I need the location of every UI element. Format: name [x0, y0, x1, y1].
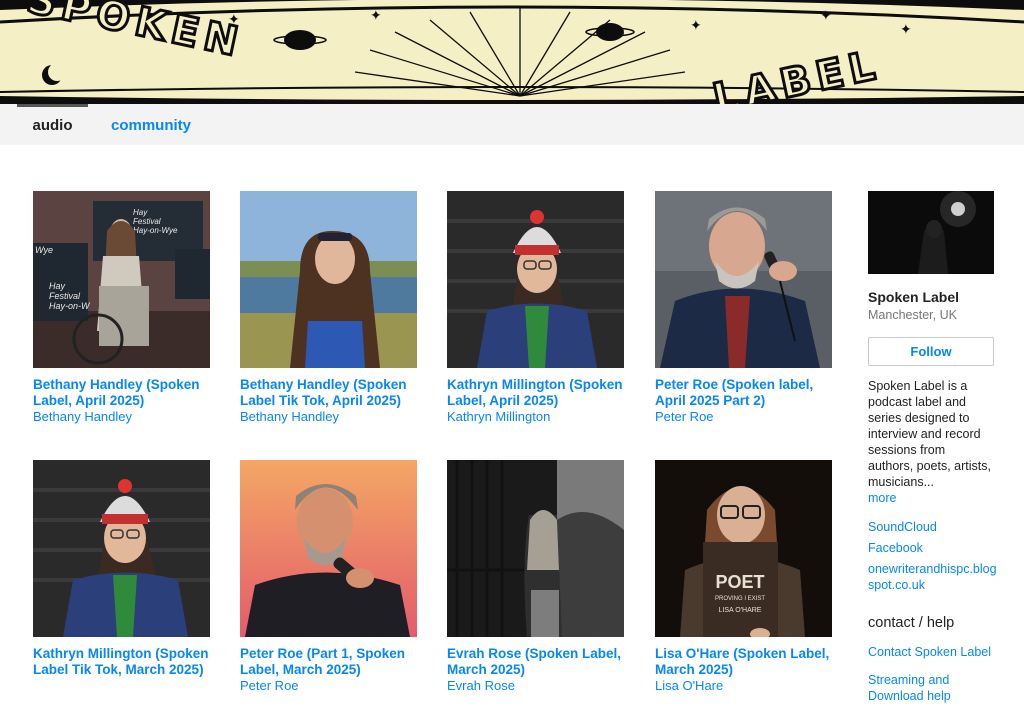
artist-photo[interactable]: [868, 191, 994, 274]
contact-help-heading: contact / help: [868, 615, 955, 631]
cover-text: Festival: [133, 217, 161, 226]
book-title: POET: [715, 572, 764, 592]
cover-text: Hay-on-Wye: [133, 226, 178, 235]
release-card[interactable]: Peter Roe (Part 1, Spoken Label, March 2…: [240, 460, 417, 694]
banner-artwork: ✦ ✦ ✦✦ ✦✦ SPOKEN LABEL: [0, 0, 1024, 104]
cover-text: Wye: [35, 245, 53, 255]
header-banner: ✦ ✦ ✦ ✦ ✦ ✦ SPOKEN LABEL: [0, 0, 1024, 104]
release-cover[interactable]: [240, 460, 417, 637]
release-card[interactable]: Kathryn Millington (Spoken Label, April …: [447, 191, 624, 425]
cover-text: Festival: [49, 291, 81, 301]
release-artist[interactable]: Kathryn Millington: [447, 409, 624, 425]
svg-text:✦: ✦: [370, 8, 382, 24]
svg-text:✦: ✦: [820, 8, 832, 24]
cover-text: Hay: [49, 281, 66, 291]
release-cover[interactable]: [655, 191, 832, 368]
blog-link[interactable]: onewriterandhispc.blogspot.co.uk: [868, 561, 998, 593]
follow-button[interactable]: Follow: [868, 337, 994, 366]
contact-link[interactable]: Contact Spoken Label: [868, 644, 998, 660]
release-card[interactable]: Peter Roe (Spoken label, April 2025 Part…: [655, 191, 832, 425]
release-title[interactable]: Bethany Handley (Spoken Label Tik Tok, A…: [240, 377, 417, 409]
release-cover[interactable]: [240, 191, 417, 368]
release-title[interactable]: Bethany Handley (Spoken Label, April 202…: [33, 377, 210, 409]
release-title[interactable]: Kathryn Millington (Spoken Label, April …: [447, 377, 624, 409]
artist-location: Manchester, UK: [868, 308, 957, 322]
book-subtitle: PROVING I EXIST: [715, 596, 765, 602]
release-cover[interactable]: [33, 460, 210, 637]
tab-bar: audio community: [0, 104, 1024, 145]
release-cover[interactable]: Hay Festival Hay-on-Wye Wye Hay Festival…: [33, 191, 210, 368]
release-card[interactable]: Bethany Handley (Spoken Label Tik Tok, A…: [240, 191, 417, 425]
release-title[interactable]: Lisa O'Hare (Spoken Label, March 2025): [655, 646, 832, 678]
release-title[interactable]: Evrah Rose (Spoken Label, March 2025): [447, 646, 624, 678]
release-card[interactable]: Kathryn Millington (Spoken Label Tik Tok…: [33, 460, 210, 678]
release-card[interactable]: Hay Festival Hay-on-Wye Wye Hay Festival…: [33, 191, 210, 425]
release-title[interactable]: Peter Roe (Part 1, Spoken Label, March 2…: [240, 646, 417, 678]
cover-text: Hay: [133, 208, 148, 217]
artist-bio: Spoken Label is a podcast label and seri…: [868, 379, 991, 489]
release-cover[interactable]: [447, 460, 624, 637]
release-artist[interactable]: Lisa O'Hare: [655, 678, 832, 694]
release-title[interactable]: Kathryn Millington (Spoken Label Tik Tok…: [33, 646, 210, 678]
facebook-link[interactable]: Facebook: [868, 540, 998, 556]
release-artist[interactable]: Bethany Handley: [240, 409, 417, 425]
release-title[interactable]: Peter Roe (Spoken label, April 2025 Part…: [655, 377, 832, 409]
artist-name[interactable]: Spoken Label: [868, 289, 998, 305]
svg-text:✦: ✦: [690, 18, 702, 34]
release-cover[interactable]: [447, 191, 624, 368]
release-card[interactable]: Evrah Rose (Spoken Label, March 2025) Ev…: [447, 460, 624, 694]
soundcloud-link[interactable]: SoundCloud: [868, 519, 998, 535]
release-cover[interactable]: POET PROVING I EXIST LISA O'HARE: [655, 460, 832, 637]
artist-sidebar: Spoken Label Manchester, UK Follow Spoke…: [868, 191, 998, 704]
svg-text:✦: ✦: [900, 22, 912, 38]
tab-community[interactable]: community: [111, 104, 191, 145]
book-author: LISA O'HARE: [719, 607, 762, 614]
release-artist[interactable]: Peter Roe: [240, 678, 417, 694]
release-artist[interactable]: Evrah Rose: [447, 678, 624, 694]
release-card[interactable]: POET PROVING I EXIST LISA O'HARE Lisa O'…: [655, 460, 832, 694]
tab-audio[interactable]: audio: [17, 104, 88, 145]
cover-text: Hay-on-W: [49, 301, 91, 311]
bio-more-link[interactable]: more: [868, 490, 998, 506]
release-artist[interactable]: Bethany Handley: [33, 409, 210, 425]
release-artist[interactable]: Peter Roe: [655, 409, 832, 425]
streaming-help-link[interactable]: Streaming and Download help: [868, 672, 978, 704]
